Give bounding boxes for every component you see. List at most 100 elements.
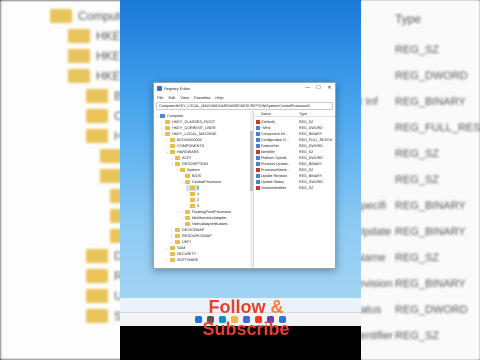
cta-follow-text: Follow	[208, 297, 271, 317]
folder-icon	[175, 234, 180, 238]
folder-icon	[86, 269, 108, 283]
blurred-value-type: REG_BINARY	[395, 200, 466, 212]
chevron-icon[interactable]: ›	[181, 210, 184, 214]
chevron-icon[interactable]: ⌄	[166, 150, 169, 154]
title-bar[interactable]: Registry Editor — ☐ ✕	[154, 83, 335, 93]
value-name: Component Inf...	[261, 131, 288, 136]
column-name-header[interactable]: Name	[261, 112, 271, 116]
tree-scrollbar-thumb[interactable]	[250, 131, 253, 191]
chevron-icon[interactable]: ⌄	[156, 114, 159, 118]
value-type: REG_SZ	[299, 167, 314, 172]
values-header: Name Type	[254, 111, 335, 117]
address-bar[interactable]: Computer\HKEY_LOCAL_MACHINE\HARDWARE\DES…	[156, 102, 333, 110]
minimize-button[interactable]: —	[302, 83, 313, 93]
tree-item-label: Computer	[167, 114, 184, 118]
folder-icon	[50, 9, 72, 23]
folder-icon	[175, 162, 180, 166]
folder-icon	[170, 246, 175, 250]
registry-editor-window[interactable]: Registry Editor — ☐ ✕ File Edit View Fav…	[153, 82, 336, 269]
blurred-value-type: REG_DWORD	[395, 304, 468, 316]
tree-item-label: FloatingPointProcessor	[192, 210, 232, 214]
tree-item-label: HKEY_LOCAL_MACHINE	[172, 132, 217, 136]
folder-icon	[68, 69, 90, 83]
value-type: REG_SZ	[299, 149, 314, 154]
tree-item-label: DEVICEMAP	[182, 228, 205, 232]
window-controls: — ☐ ✕	[302, 83, 335, 93]
value-type: REG_BINARY	[299, 173, 323, 178]
chevron-icon[interactable]: ⌄	[161, 132, 164, 136]
folder-icon	[86, 289, 108, 303]
blurred-tree: ComputerHKEY_CLASSHKEY_CURRENTHKEY_LOCAB…	[0, 0, 194, 360]
folder-icon	[190, 198, 195, 202]
binary-value-icon	[256, 156, 260, 160]
tree-item-label: SECURITY	[177, 252, 197, 256]
tree-item-label: 2	[197, 198, 200, 202]
value-name: Previous Update...	[261, 161, 291, 166]
blurred-value-type: REG_SZ	[395, 148, 440, 160]
values-pane[interactable]: Name Type (Default) REG_SZ ~MHz REG_DWORD Co…	[254, 111, 335, 268]
menu-view[interactable]: View	[180, 95, 189, 100]
chevron-icon[interactable]: ›	[166, 246, 169, 250]
maximize-button[interactable]: ☐	[313, 83, 324, 93]
folder-icon	[68, 49, 90, 63]
tree-item-label: System	[187, 168, 200, 172]
value-name: FeatureSet	[261, 143, 279, 148]
chevron-icon[interactable]: ›	[161, 120, 164, 124]
menu-bar: File Edit View Favorites Help	[154, 93, 335, 101]
folder-icon	[185, 210, 190, 214]
folder-icon	[185, 216, 190, 220]
blurred-value-type: REG_SZ	[395, 330, 440, 342]
blurred-value-type: REG_BINARY	[395, 226, 466, 238]
string-value-icon	[256, 150, 260, 154]
chevron-icon[interactable]: ›	[166, 138, 169, 142]
tree-item-label: BCD00000000	[177, 138, 202, 142]
follow-subscribe-overlay: Follow & Subscribe	[176, 296, 316, 340]
folder-icon	[68, 29, 90, 43]
value-type: REG_FULL_RESOU	[299, 137, 333, 142]
chevron-icon[interactable]: ›	[171, 234, 174, 238]
chevron-icon[interactable]: ›	[166, 144, 169, 148]
binary-value-icon	[256, 126, 260, 130]
chevron-icon[interactable]: ⌄	[176, 168, 179, 172]
blurred-value-type: REG_DWORD	[395, 70, 468, 82]
value-type: REG_SZ	[299, 185, 314, 190]
chevron-icon[interactable]: ⌄	[171, 162, 174, 166]
value-name: (Default)	[261, 119, 275, 124]
column-type-header[interactable]: Type	[299, 112, 307, 116]
menu-favorites[interactable]: Favorites	[194, 95, 210, 100]
computer-icon	[160, 114, 165, 118]
chevron-icon[interactable]: ›	[181, 216, 184, 220]
menu-file[interactable]: File	[157, 95, 163, 100]
folder-icon	[165, 132, 170, 136]
chevron-icon[interactable]: ›	[161, 126, 164, 130]
chevron-icon[interactable]: ›	[166, 258, 169, 262]
value-type: REG_DWORD	[299, 125, 323, 130]
tree-item-label: DESCRIPTION	[182, 162, 208, 166]
registry-editor-icon	[157, 85, 162, 91]
folder-icon	[185, 180, 190, 184]
menu-edit[interactable]: Edit	[168, 95, 175, 100]
chevron-icon[interactable]: ›	[171, 228, 174, 232]
tree-item-label: HKEY_CLASSES_ROOT	[172, 120, 216, 124]
folder-icon	[165, 120, 170, 124]
folder-icon	[170, 150, 175, 154]
value-type: REG_SZ	[299, 119, 314, 124]
close-button[interactable]: ✕	[324, 83, 335, 93]
chevron-icon[interactable]: ›	[171, 156, 174, 160]
window-title: Registry Editor	[164, 85, 191, 91]
value-type: REG_DWORD	[299, 155, 323, 160]
value-row[interactable]: VendorIdentifier REG_SZ	[254, 185, 335, 191]
key-tree[interactable]: ⌄ Computer › HKEY_CLASSES_ROOT › HKEY_CURRENT…	[154, 111, 254, 268]
blurred-value-type: REG_FULL_RESOU	[395, 122, 480, 134]
chevron-icon[interactable]: ›	[171, 240, 174, 244]
folder-icon	[86, 109, 108, 123]
editor-panes: ⌄ Computer › HKEY_CLASSES_ROOT › HKEY_CURRENT…	[154, 111, 335, 268]
folder-icon	[170, 258, 175, 262]
menu-help[interactable]: Help	[215, 95, 223, 100]
blurred-right-panel: Type REG_SZREG_DWORDnent InfREG_BINARYRE…	[341, 0, 480, 360]
tree-item[interactable]: › SOFTWARE	[166, 257, 198, 263]
binary-value-icon	[256, 144, 260, 148]
tree-scrollbar[interactable]	[250, 111, 253, 268]
chevron-icon[interactable]: ⌄	[181, 180, 184, 184]
folder-icon	[175, 228, 180, 232]
